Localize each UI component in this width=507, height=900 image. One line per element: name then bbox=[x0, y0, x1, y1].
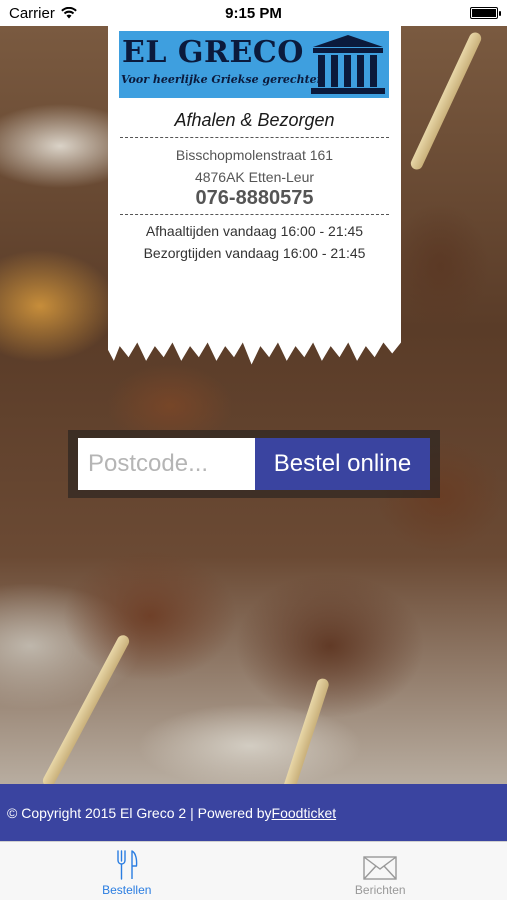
copyright-text: © Copyright 2015 El Greco 2 | Powered by bbox=[7, 804, 272, 821]
phone-number[interactable]: 076-8880575 bbox=[108, 187, 401, 210]
wifi-icon bbox=[61, 7, 77, 19]
divider bbox=[120, 214, 389, 215]
restaurant-info-card: EL GRECO Voor heerlijke Griekse gerechte… bbox=[108, 26, 401, 365]
postcode-input[interactable] bbox=[78, 438, 255, 490]
divider bbox=[120, 137, 389, 138]
skewer-stick bbox=[40, 633, 132, 789]
tab-label: Berichten bbox=[354, 883, 406, 897]
status-time: 9:15 PM bbox=[225, 4, 282, 22]
temple-icon bbox=[311, 35, 385, 94]
foodticket-link[interactable]: Foodticket bbox=[272, 805, 337, 821]
envelope-icon bbox=[363, 856, 397, 880]
address-street: Bisschopmolenstraat 161 bbox=[175, 147, 334, 163]
logo-title: EL GRECO bbox=[122, 35, 304, 70]
restaurant-logo: EL GRECO Voor heerlijke Griekse gerechte… bbox=[119, 31, 389, 98]
skewer-stick bbox=[281, 677, 331, 795]
fork-knife-icon bbox=[117, 850, 138, 880]
footer: © Copyright 2015 El Greco 2 | Powered by… bbox=[0, 784, 507, 841]
status-bar: Carrier 9:15 PM bbox=[0, 0, 507, 26]
skewer-stick bbox=[408, 30, 484, 172]
status-right bbox=[378, 7, 501, 19]
order-online-button[interactable]: Bestel online bbox=[255, 438, 430, 490]
logo-subtitle: Voor heerlijke Griekse gerechten bbox=[121, 73, 325, 86]
carrier-label: Carrier bbox=[9, 4, 55, 22]
delivery-hours: Bezorgtijden vandaag 16:00 - 21:45 bbox=[143, 245, 366, 261]
status-left: Carrier bbox=[9, 5, 129, 22]
address-city: 4876AK Etten-Leur bbox=[194, 169, 315, 185]
order-bar: Bestel online bbox=[68, 430, 440, 498]
service-heading: Afhalen & Bezorgen bbox=[174, 110, 335, 130]
battery-icon bbox=[469, 7, 501, 19]
tab-bestellen[interactable]: Bestellen bbox=[0, 842, 254, 900]
tab-berichten[interactable]: Berichten bbox=[254, 842, 507, 900]
tab-bar: Bestellen Berichten bbox=[0, 841, 507, 900]
tab-label: Bestellen bbox=[102, 883, 152, 897]
pickup-hours: Afhaaltijden vandaag 16:00 - 21:45 bbox=[145, 223, 364, 239]
battery-fill bbox=[471, 9, 496, 17]
